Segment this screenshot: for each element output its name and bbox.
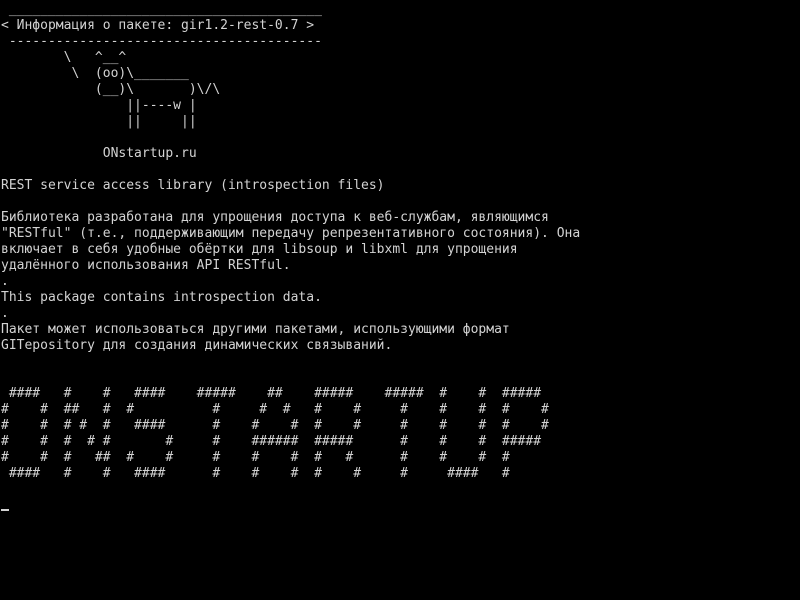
terminal-line: ||----w | <box>1 98 197 113</box>
terminal-line: GITepository для создания динамических с… <box>1 338 393 353</box>
terminal-line: Пакет может использоваться другими пакет… <box>1 322 510 337</box>
terminal-line: # # # # # # # ###### ##### # # # ##### <box>1 434 542 449</box>
terminal-line: #### # # #### # # # # # # #### # <box>1 466 510 481</box>
terminal-line: # # # # # #### # # # # # # # # # # <box>1 418 549 433</box>
terminal-line: Библиотека разработана для упрощения дос… <box>1 210 549 225</box>
terminal-line: ONstartup.ru <box>1 146 197 161</box>
terminal-line: включает в себя удобные обёртки для libs… <box>1 242 518 257</box>
terminal-line: "RESTful" (т.е., поддерживающим передачу… <box>1 226 581 241</box>
terminal-line: # # # ## # # # # # # # # # # # <box>1 450 510 465</box>
terminal-line: This package contains introspection data… <box>1 290 322 305</box>
terminal-line: (__)\ )\/\ <box>1 82 221 97</box>
terminal-line: \ ^__^ <box>1 50 127 65</box>
terminal-line: . <box>1 306 9 321</box>
terminal-line: . <box>1 274 9 289</box>
terminal-line: \ (oo)\_______ <box>1 66 189 81</box>
terminal-window[interactable]: ________________________________________… <box>0 0 800 600</box>
terminal-line: || || <box>1 114 197 129</box>
terminal-line: ________________________________________ <box>1 2 322 17</box>
terminal-line: ---------------------------------------- <box>1 34 322 49</box>
terminal-line: REST service access library (introspecti… <box>1 178 385 193</box>
text-cursor <box>1 509 9 511</box>
terminal-line: < Информация о пакете: gir1.2-rest-0.7 > <box>1 18 315 33</box>
terminal-line: удалённого использования API RESTful. <box>1 258 291 273</box>
terminal-output: ________________________________________… <box>1 2 800 498</box>
terminal-line: # # ## # # # # # # # # # # # # <box>1 402 549 417</box>
terminal-line: #### # # #### ##### ## ##### ##### # # #… <box>1 386 542 401</box>
